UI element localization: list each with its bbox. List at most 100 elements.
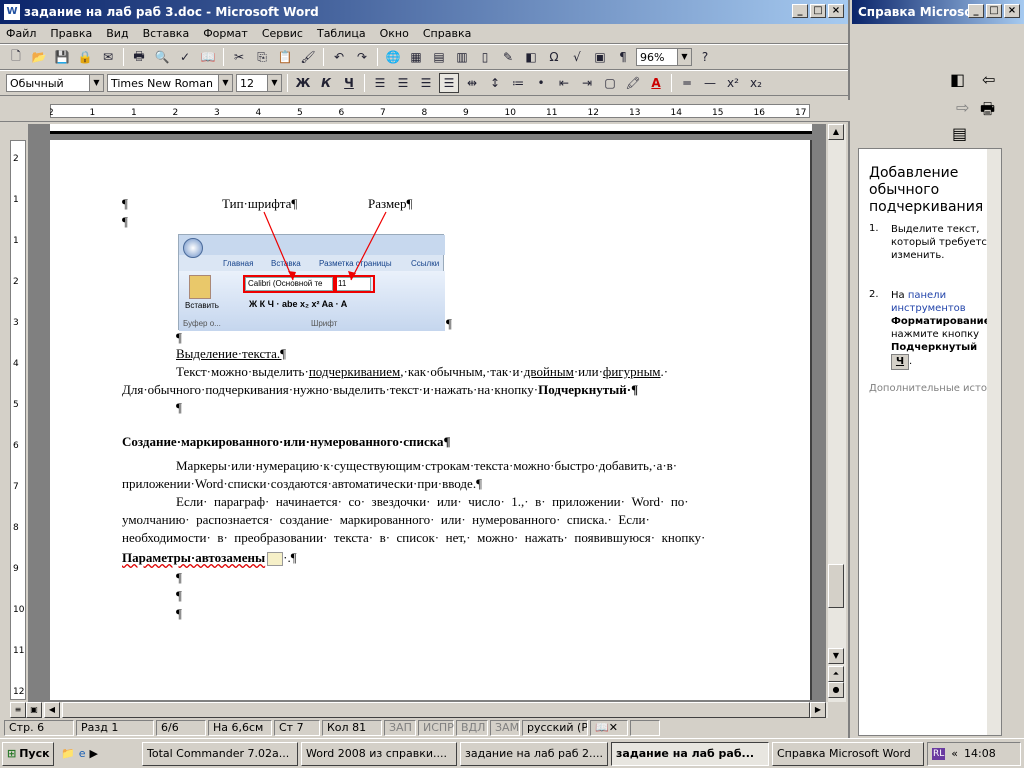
- undo-icon[interactable]: ↶: [329, 47, 349, 67]
- help-close-button[interactable]: ×: [1004, 4, 1020, 18]
- menu-table[interactable]: Таблица: [317, 27, 366, 40]
- line-spacing-icon[interactable]: ↕: [485, 73, 505, 93]
- word-titlebar[interactable]: W задание на лаб раб 3.doc - Microsoft W…: [0, 0, 848, 24]
- status-overtype[interactable]: ЗАМ: [490, 720, 520, 736]
- task-total-commander[interactable]: Total Commander 7.02a...: [142, 741, 298, 766]
- cut-icon[interactable]: ✂: [229, 47, 249, 67]
- read-icon[interactable]: ▣: [590, 47, 610, 67]
- scroll-up-button[interactable]: ▲: [828, 124, 844, 140]
- show-hide-icon[interactable]: ¶: [613, 47, 633, 67]
- prev-page-button[interactable]: ⏶: [828, 666, 844, 682]
- document-page[interactable]: ¶ Тип·шрифта¶ Размер¶ ¶ Главная Вставка …: [50, 140, 812, 700]
- save-icon[interactable]: 💾: [52, 47, 72, 67]
- scroll-right-button[interactable]: ▶: [810, 702, 826, 718]
- research-icon[interactable]: 📖: [198, 47, 218, 67]
- align-center-icon[interactable]: ☰: [393, 73, 413, 93]
- justify-icon[interactable]: ☰: [439, 73, 459, 93]
- back-arrow-icon[interactable]: ⇦: [982, 70, 995, 89]
- zoom-combo[interactable]: 96% ▼: [636, 48, 692, 66]
- vertical-ruler[interactable]: 2112345678910111213: [10, 140, 26, 738]
- horizontal-scrollbar[interactable]: ≡ ▣ ◀ ▶: [10, 702, 828, 718]
- superscript-icon[interactable]: x²: [723, 73, 743, 93]
- underline-button[interactable]: Ч: [339, 73, 359, 93]
- scroll-left-button[interactable]: ◀: [44, 702, 60, 718]
- symbol-icon[interactable]: Ω: [544, 47, 564, 67]
- equation-icon[interactable]: √: [567, 47, 587, 67]
- menu-format[interactable]: Формат: [203, 27, 248, 40]
- close-button[interactable]: ×: [828, 4, 844, 18]
- web-view-button[interactable]: ▣: [26, 702, 42, 718]
- media-player-icon[interactable]: ▶: [89, 747, 97, 760]
- subscript-icon[interactable]: x₂: [746, 73, 766, 93]
- status-track[interactable]: ИСПР: [418, 720, 454, 736]
- numbering-icon[interactable]: ≔: [508, 73, 528, 93]
- copy-icon[interactable]: ⎘: [252, 47, 272, 67]
- columns-icon[interactable]: ▯: [475, 47, 495, 67]
- redo-icon[interactable]: ↷: [352, 47, 372, 67]
- border-icon[interactable]: ▢: [600, 73, 620, 93]
- new-document-icon[interactable]: 🗋: [6, 47, 26, 67]
- ie-icon[interactable]: e: [79, 747, 86, 760]
- hyperlink-icon[interactable]: 🌐: [383, 47, 403, 67]
- email-icon[interactable]: ✉: [98, 47, 118, 67]
- start-button[interactable]: ⊞ Пуск: [2, 741, 54, 766]
- status-extend[interactable]: ВДЛ: [456, 720, 488, 736]
- scroll-down-button[interactable]: ▼: [828, 648, 844, 664]
- size-combo[interactable]: 12 ▼: [236, 74, 282, 92]
- decrease-indent-icon[interactable]: ⇤: [554, 73, 574, 93]
- help-icon[interactable]: ?: [695, 47, 715, 67]
- horizontal-ruler[interactable]: 21123456789101112131415161718: [0, 100, 850, 122]
- help-minimize-button[interactable]: _: [968, 4, 984, 18]
- scroll-thumb[interactable]: [828, 564, 844, 608]
- line-icon[interactable]: ═: [677, 73, 697, 93]
- paste-icon[interactable]: 📋: [275, 47, 295, 67]
- align-right-icon[interactable]: ☰: [416, 73, 436, 93]
- more-resources-link[interactable]: Дополнительные источ: [869, 383, 993, 394]
- menu-edit[interactable]: Правка: [50, 27, 92, 40]
- bold-button[interactable]: Ж: [293, 73, 313, 93]
- print-icon[interactable]: 🖶: [129, 47, 149, 67]
- align-left-icon[interactable]: ☰: [370, 73, 390, 93]
- spelling-icon[interactable]: ✓: [175, 47, 195, 67]
- task-help-word[interactable]: Справка Microsoft Word: [772, 741, 924, 766]
- task-lab2[interactable]: задание на лаб раб 2....: [460, 741, 608, 766]
- minimize-button[interactable]: _: [792, 4, 808, 18]
- help-scrollbar[interactable]: [987, 149, 1001, 735]
- vertical-scrollbar[interactable]: ▲ ▼ ⏶ ●: [828, 124, 846, 702]
- print-preview-icon[interactable]: 🔍: [152, 47, 172, 67]
- font-combo[interactable]: Times New Roman ▼: [107, 74, 233, 92]
- bullets-icon[interactable]: •: [531, 73, 551, 93]
- lang-indicator[interactable]: RL: [932, 747, 946, 760]
- permission-icon[interactable]: 🔒: [75, 47, 95, 67]
- format-painter-icon[interactable]: 🖌: [298, 47, 318, 67]
- browse-object-button[interactable]: ●: [828, 682, 844, 698]
- options-icon[interactable]: ▤: [952, 124, 967, 143]
- insert-excel-icon[interactable]: ▥: [452, 47, 472, 67]
- menu-file[interactable]: Файл: [6, 27, 36, 40]
- help-titlebar[interactable]: Справка Microsoft W _ □ ×: [852, 0, 1024, 24]
- task-word-help[interactable]: Word 2008 из справки....: [301, 741, 457, 766]
- menu-window[interactable]: Окно: [380, 27, 409, 40]
- increase-indent-icon[interactable]: ⇥: [577, 73, 597, 93]
- document-map-icon[interactable]: ◧: [521, 47, 541, 67]
- insert-table-icon[interactable]: ▤: [429, 47, 449, 67]
- highlight-icon[interactable]: 🖍: [623, 73, 643, 93]
- drawing-icon[interactable]: ✎: [498, 47, 518, 67]
- normal-view-button[interactable]: ≡: [10, 702, 26, 718]
- menu-tools[interactable]: Сервис: [262, 27, 303, 40]
- style-combo[interactable]: Обычный ▼: [6, 74, 104, 92]
- strike-icon[interactable]: —: [700, 73, 720, 93]
- menu-help[interactable]: Справка: [423, 27, 471, 40]
- help-print-icon[interactable]: 🖶: [980, 98, 995, 125]
- italic-button[interactable]: К: [316, 73, 336, 93]
- menu-insert[interactable]: Вставка: [143, 27, 190, 40]
- menu-view[interactable]: Вид: [106, 27, 128, 40]
- forward-arrow-icon[interactable]: ⇨: [956, 98, 969, 117]
- tables-borders-icon[interactable]: ▦: [406, 47, 426, 67]
- help-maximize-button[interactable]: □: [986, 4, 1002, 18]
- spelling-status-icon[interactable]: 📖✕: [590, 720, 628, 736]
- distributed-icon[interactable]: ⇹: [462, 73, 482, 93]
- open-icon[interactable]: 📂: [29, 47, 49, 67]
- tile-icon[interactable]: ◧: [950, 70, 965, 89]
- tray-expand[interactable]: «: [951, 747, 958, 760]
